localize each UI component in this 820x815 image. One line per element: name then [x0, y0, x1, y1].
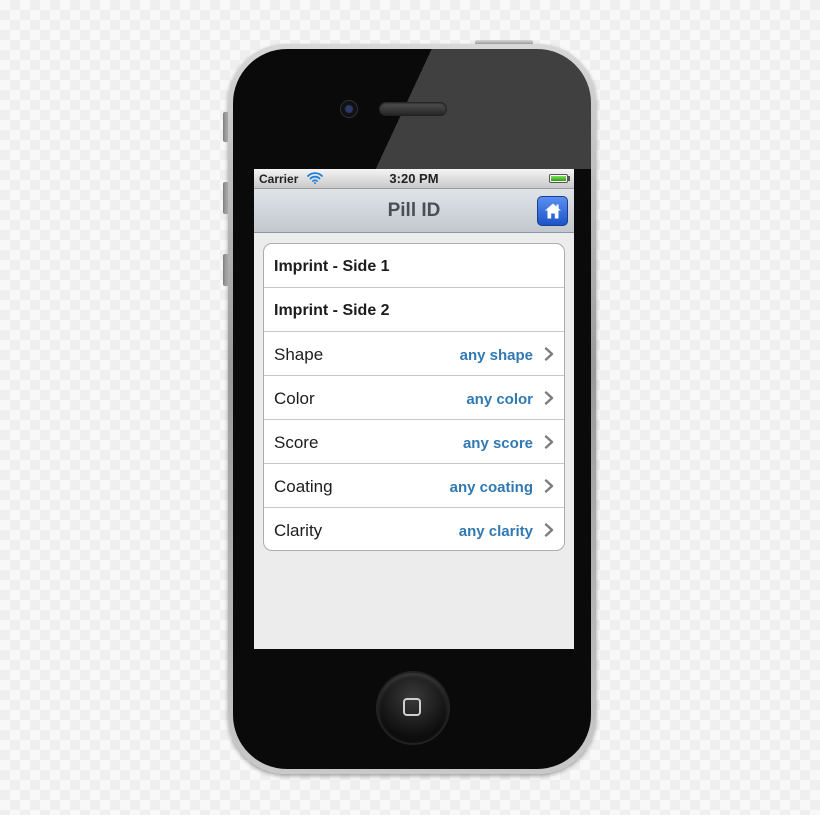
status-time: 3:20 PM — [389, 171, 439, 186]
status-bar: Carrier 3:20 PM — [254, 169, 574, 189]
home-button[interactable] — [537, 196, 568, 226]
imprint-side-2-label: Imprint - Side 2 — [274, 302, 390, 319]
score-label: Score — [274, 433, 319, 452]
clarity-label: Clarity — [274, 521, 323, 540]
coating-label: Coating — [274, 477, 333, 496]
app-screen: Carrier 3:20 PM Pill ID Imprint - Side 1 — [254, 169, 574, 649]
clarity-row[interactable]: Clarity any clarity — [264, 508, 564, 550]
battery-icon — [549, 174, 568, 183]
chevron-right-icon — [544, 523, 554, 542]
imprint-side-2-row[interactable]: Imprint - Side 2 — [264, 288, 564, 332]
navigation-bar: Pill ID — [254, 189, 574, 233]
coating-row[interactable]: Coating any coating — [264, 464, 564, 508]
chevron-right-icon — [544, 391, 554, 410]
home-square-icon — [403, 698, 421, 716]
shape-row[interactable]: Shape any shape — [264, 332, 564, 376]
score-row[interactable]: Score any score — [264, 420, 564, 464]
color-label: Color — [274, 389, 315, 408]
shape-value: any shape — [459, 347, 533, 364]
color-row[interactable]: Color any color — [264, 376, 564, 420]
shape-label: Shape — [274, 345, 324, 364]
imprint-side-1-row[interactable]: Imprint - Side 1 — [264, 244, 564, 288]
page-title: Pill ID — [387, 200, 441, 221]
chevron-right-icon — [544, 347, 554, 366]
home-icon — [545, 203, 561, 219]
score-value: any score — [462, 435, 533, 452]
chevron-right-icon — [544, 479, 554, 498]
search-criteria-table: Imprint - Side 1 Imprint - Side 2 Shape … — [263, 243, 565, 551]
color-value: any color — [466, 391, 533, 408]
imprint-side-1-label: Imprint - Side 1 — [274, 258, 390, 275]
coating-value: any coating — [449, 479, 533, 496]
hardware-home-button[interactable] — [378, 673, 448, 743]
chevron-right-icon — [544, 435, 554, 454]
front-camera — [341, 101, 357, 117]
earpiece-speaker — [379, 102, 447, 116]
battery-tip — [568, 176, 570, 181]
battery-fill — [551, 176, 566, 181]
clarity-value: any clarity — [458, 523, 533, 540]
